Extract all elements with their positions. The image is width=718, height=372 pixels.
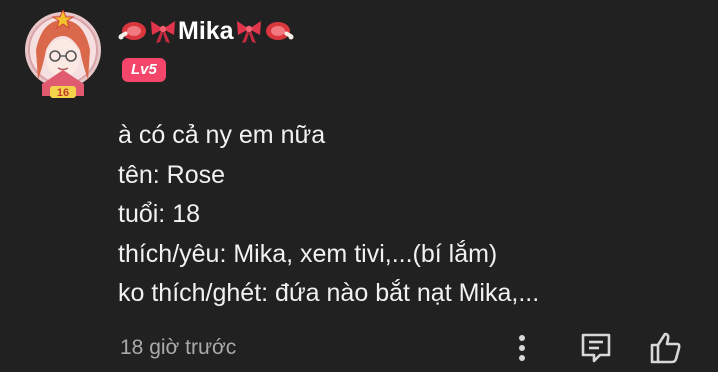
ribbon-icon <box>234 17 264 45</box>
author-name-row[interactable]: Mika <box>118 14 294 48</box>
svg-text:16: 16 <box>57 87 69 99</box>
comment-timestamp: 18 giờ trước <box>120 336 237 359</box>
more-options-button[interactable] <box>508 330 536 366</box>
meat-icon <box>118 17 148 45</box>
comment-text: à có cả ny em nữa tên: Rose tuổi: 18 thí… <box>118 116 539 314</box>
thumbs-up-icon <box>650 332 681 364</box>
reply-icon <box>581 333 611 363</box>
comment-line: ko thích/ghét: đứa nào bắt nạt Mika,... <box>118 279 540 307</box>
comment-line: tên: Rose <box>118 160 226 189</box>
meat-icon <box>264 17 294 45</box>
comment-line: thích/yêu: Mika, xem tivi,...(bí lắm) <box>118 239 498 268</box>
like-button[interactable] <box>648 330 684 366</box>
avatar-image: 16 <box>25 10 101 99</box>
author-name[interactable]: Mika <box>178 17 234 46</box>
comment-line: à có cả ny em nữa <box>118 121 326 149</box>
comment-line: tuổi: 18 <box>118 200 201 228</box>
ribbon-icon <box>148 17 178 45</box>
reply-button[interactable] <box>578 330 614 366</box>
level-badge: Lv5 <box>122 58 166 82</box>
more-vertical-icon <box>519 335 525 361</box>
avatar[interactable]: 16 <box>22 10 104 100</box>
